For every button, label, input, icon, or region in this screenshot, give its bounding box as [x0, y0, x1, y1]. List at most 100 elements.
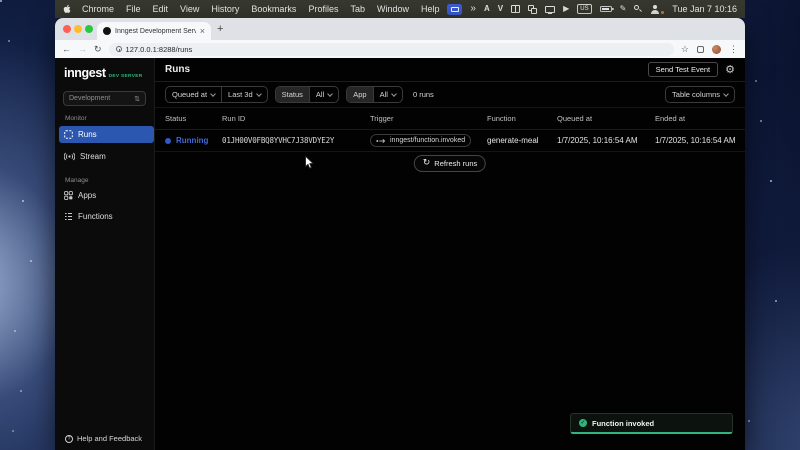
help-label: Help and Feedback — [77, 434, 142, 443]
menu-edit[interactable]: Edit — [147, 4, 175, 14]
tab-strip: Inngest Development Server × + — [55, 18, 745, 40]
dev-server-badge: DEV SERVER — [109, 74, 143, 79]
page-title: Runs — [165, 64, 190, 75]
col-status: Status — [165, 114, 222, 123]
sidebar-item-runs[interactable]: Runs — [59, 126, 154, 143]
apple-icon[interactable] — [63, 4, 72, 14]
display-icon[interactable] — [545, 6, 555, 13]
run-id[interactable]: 01JH00V0FBQ8YVHC7J38VDYE2Y — [222, 136, 370, 145]
app-filter[interactable]: App All — [346, 86, 403, 103]
keyboard-layout-badge[interactable]: US — [577, 4, 591, 14]
menu-profiles[interactable]: Profiles — [302, 4, 344, 14]
chevron-down-icon — [327, 91, 333, 97]
ended-at-value: 1/7/2025, 10:16:54 AM — [655, 136, 745, 145]
sidebar-item-stream[interactable]: Stream — [59, 148, 154, 165]
site-info-icon[interactable] — [116, 46, 122, 52]
menu-bar: Chrome File Edit View History Bookmarks … — [55, 0, 745, 18]
bookmark-star-icon[interactable]: ☆ — [681, 45, 689, 54]
trigger-name: inngest/function.invoked — [390, 137, 465, 144]
app-filter-value: All — [380, 90, 388, 99]
sidebar-item-label: Runs — [78, 130, 97, 139]
tab-favicon — [103, 27, 111, 35]
menu-tab[interactable]: Tab — [344, 4, 371, 14]
refresh-runs-button[interactable]: ↻ Refresh runs — [414, 155, 486, 172]
chevron-down-icon — [210, 91, 216, 97]
queued-at-value: 1/7/2025, 10:16:54 AM — [557, 136, 655, 145]
search-icon[interactable] — [634, 5, 642, 13]
menubar-clock[interactable]: Tue Jan 7 10:16 — [672, 4, 737, 14]
battery-icon[interactable] — [600, 6, 612, 12]
trigger-badge[interactable]: inngest/function.invoked — [370, 134, 471, 147]
screen-capture-icon[interactable] — [447, 4, 462, 15]
browser-menu-icon[interactable]: ⋮ — [729, 45, 738, 54]
copy-icon[interactable] — [528, 5, 537, 14]
maximize-window-button[interactable] — [85, 25, 93, 33]
run-status: Running — [176, 136, 208, 145]
forward-icon[interactable]: → — [78, 45, 87, 54]
status-filter[interactable]: Status All — [275, 86, 340, 103]
help-and-feedback[interactable]: ? Help and Feedback — [65, 434, 142, 443]
a-app-icon[interactable]: A — [484, 5, 490, 13]
tab-close-icon[interactable]: × — [200, 27, 205, 36]
send-test-event-button[interactable]: Send Test Event — [648, 62, 718, 77]
time-filter[interactable]: Queued at Last 3d — [165, 86, 268, 103]
sidebar: inngest DEV SERVER Development ⇅ Monitor… — [55, 58, 155, 450]
environment-selector[interactable]: Development ⇅ — [63, 91, 146, 106]
user-switch-icon[interactable] — [650, 5, 659, 13]
menu-window[interactable]: Window — [371, 4, 415, 14]
browser-window: Inngest Development Server × + ← → ↻ 127… — [55, 18, 745, 450]
environment-value: Development — [69, 95, 134, 102]
time-range-value: Last 3d — [228, 90, 253, 99]
updown-chevron-icon: ⇅ — [134, 95, 140, 103]
manage-section-label: Manage — [65, 177, 89, 184]
browser-tab[interactable]: Inngest Development Server × — [97, 22, 211, 40]
back-icon[interactable]: ← — [62, 45, 71, 54]
v-app-icon[interactable]: V — [498, 5, 503, 13]
app-filter-label: App — [347, 87, 372, 102]
profile-avatar[interactable] — [712, 45, 721, 54]
menu-view[interactable]: View — [174, 4, 205, 14]
reload-icon[interactable]: ↻ — [94, 45, 102, 54]
play-circle-icon[interactable]: ▶ — [563, 5, 569, 13]
minimize-window-button[interactable] — [74, 25, 82, 33]
menu-history[interactable]: History — [205, 4, 245, 14]
stream-icon — [64, 152, 75, 161]
help-icon: ? — [65, 435, 73, 443]
runs-count: 0 runs — [413, 90, 434, 99]
sidebar-item-label: Stream — [80, 152, 106, 161]
double-chevron-icon[interactable]: » — [470, 4, 476, 14]
user-status-dot — [661, 11, 664, 14]
logo-text: inngest — [64, 66, 106, 80]
filter-bar: Queued at Last 3d Status All App All 0 r… — [155, 82, 745, 108]
chevron-down-icon — [391, 91, 397, 97]
extensions-icon[interactable] — [697, 46, 704, 53]
address-bar[interactable]: 127.0.0.1:8288/runs — [109, 43, 674, 56]
sidebar-item-functions[interactable]: Functions — [59, 208, 154, 225]
pen-icon[interactable]: ✎ — [620, 5, 627, 13]
refresh-label: Refresh runs — [434, 159, 477, 168]
menu-chrome[interactable]: Chrome — [76, 4, 120, 14]
status-filter-label: Status — [276, 87, 309, 102]
apps-icon — [64, 191, 73, 200]
table-columns-dropdown[interactable]: Table columns — [665, 86, 735, 103]
new-tab-button[interactable]: + — [217, 23, 223, 35]
sidebar-item-apps[interactable]: Apps — [59, 187, 154, 204]
col-function: Function — [487, 114, 557, 123]
event-arrow-icon — [376, 138, 387, 144]
browser-toolbar: ← → ↻ 127.0.0.1:8288/runs ☆ ⋮ — [55, 40, 745, 58]
app-content: inngest DEV SERVER Development ⇅ Monitor… — [55, 58, 745, 450]
gear-icon[interactable]: ⚙ — [725, 64, 735, 75]
menu-file[interactable]: File — [120, 4, 147, 14]
refresh-icon: ↻ — [423, 159, 431, 168]
col-run-id: Run ID — [222, 114, 370, 123]
window-layout-icon[interactable] — [511, 5, 520, 13]
table-header: Status Run ID Trigger Function Queued at… — [155, 108, 745, 130]
table-row[interactable]: Running 01JH00V0FBQ8YVHC7J38VDYE2Y innge… — [155, 130, 745, 152]
menu-help[interactable]: Help — [415, 4, 446, 14]
close-window-button[interactable] — [63, 25, 71, 33]
functions-icon — [64, 212, 73, 221]
menu-bookmarks[interactable]: Bookmarks — [245, 4, 302, 14]
runs-icon — [64, 130, 73, 139]
function-name[interactable]: generate-meal — [487, 136, 557, 145]
page-header: Runs Send Test Event ⚙ — [155, 58, 745, 82]
